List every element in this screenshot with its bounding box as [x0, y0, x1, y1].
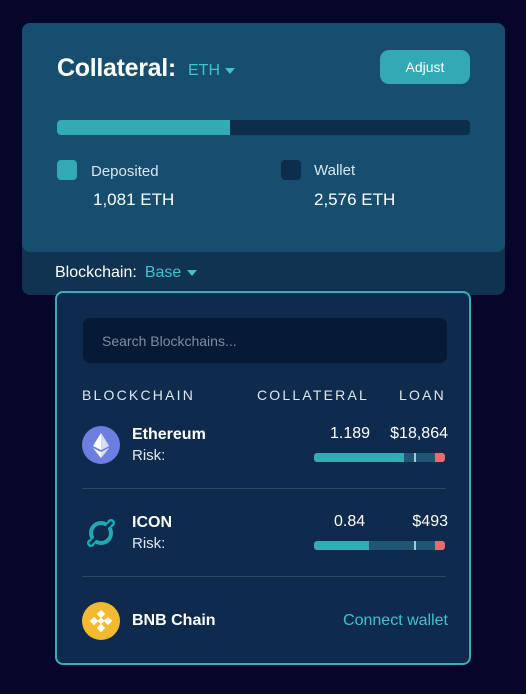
chain-row-icon[interactable]: ICON Risk: 0.84 $493 [57, 505, 473, 575]
chain-row-bnb[interactable]: BNB Chain Connect wallet [57, 599, 473, 649]
chain-name: BNB Chain [132, 612, 216, 629]
loan-value: $18,864 [390, 425, 448, 442]
chevron-down-icon [187, 270, 198, 276]
connect-wallet-link[interactable]: Connect wallet [343, 612, 448, 630]
column-header-collateral: COLLATERAL [257, 387, 369, 403]
collateral-summary: Collateral: ETH Adjust Deposited 1,081 E… [22, 23, 505, 252]
risk-threshold-tick [414, 541, 416, 550]
column-header-loan: LOAN [399, 387, 446, 403]
risk-threshold-tick [414, 453, 416, 462]
chevron-down-icon [225, 68, 235, 74]
asset-dropdown[interactable]: ETH [188, 62, 235, 80]
blockchain-dropdown-panel: BLOCKCHAIN COLLATERAL LOAN Ethereum Risk… [55, 291, 471, 665]
collateral-value: 1.189 [330, 425, 371, 442]
wallet-label: Wallet [314, 162, 356, 179]
search-blockchains-input[interactable] [83, 318, 447, 363]
blockchain-selected: Base [144, 264, 182, 281]
row-divider [82, 576, 446, 577]
wallet-swatch [281, 160, 301, 180]
chain-name: ICON [132, 514, 172, 531]
ethereum-icon [82, 426, 120, 464]
blockchain-selector: Blockchain: Base [55, 264, 198, 282]
risk-bar [314, 541, 445, 550]
risk-danger-zone [435, 541, 445, 550]
risk-fill [314, 541, 370, 550]
chain-row-ethereum[interactable]: Ethereum Risk: 1.189 $18,864 [57, 417, 473, 487]
bnb-icon [82, 602, 120, 640]
deposited-fill [57, 120, 231, 135]
asset-label: ETH [188, 62, 220, 79]
row-divider [82, 488, 446, 489]
loan-value: $493 [412, 513, 448, 530]
risk-fill [314, 453, 405, 462]
deposited-label: Deposited [91, 163, 159, 180]
column-header-blockchain: BLOCKCHAIN [82, 387, 196, 403]
deposited-value: 1,081 ETH [93, 190, 175, 209]
collateral-card: Collateral: ETH Adjust Deposited 1,081 E… [22, 23, 505, 295]
risk-bar [314, 453, 445, 462]
collateral-value: 0.84 [334, 513, 366, 530]
blockchain-dropdown[interactable]: Base [144, 264, 198, 282]
blockchain-label: Blockchain: [55, 264, 137, 281]
collateral-progress-bar [57, 120, 470, 135]
chain-name: Ethereum [132, 426, 206, 443]
adjust-button[interactable]: Adjust [380, 50, 470, 84]
risk-label: Risk: [132, 447, 166, 464]
icon-chain-icon [82, 514, 120, 552]
risk-danger-zone [435, 453, 445, 462]
deposited-swatch [57, 160, 77, 180]
collateral-title: Collateral: [57, 54, 176, 82]
wallet-value: 2,576 ETH [314, 190, 396, 209]
risk-label: Risk: [132, 535, 166, 552]
